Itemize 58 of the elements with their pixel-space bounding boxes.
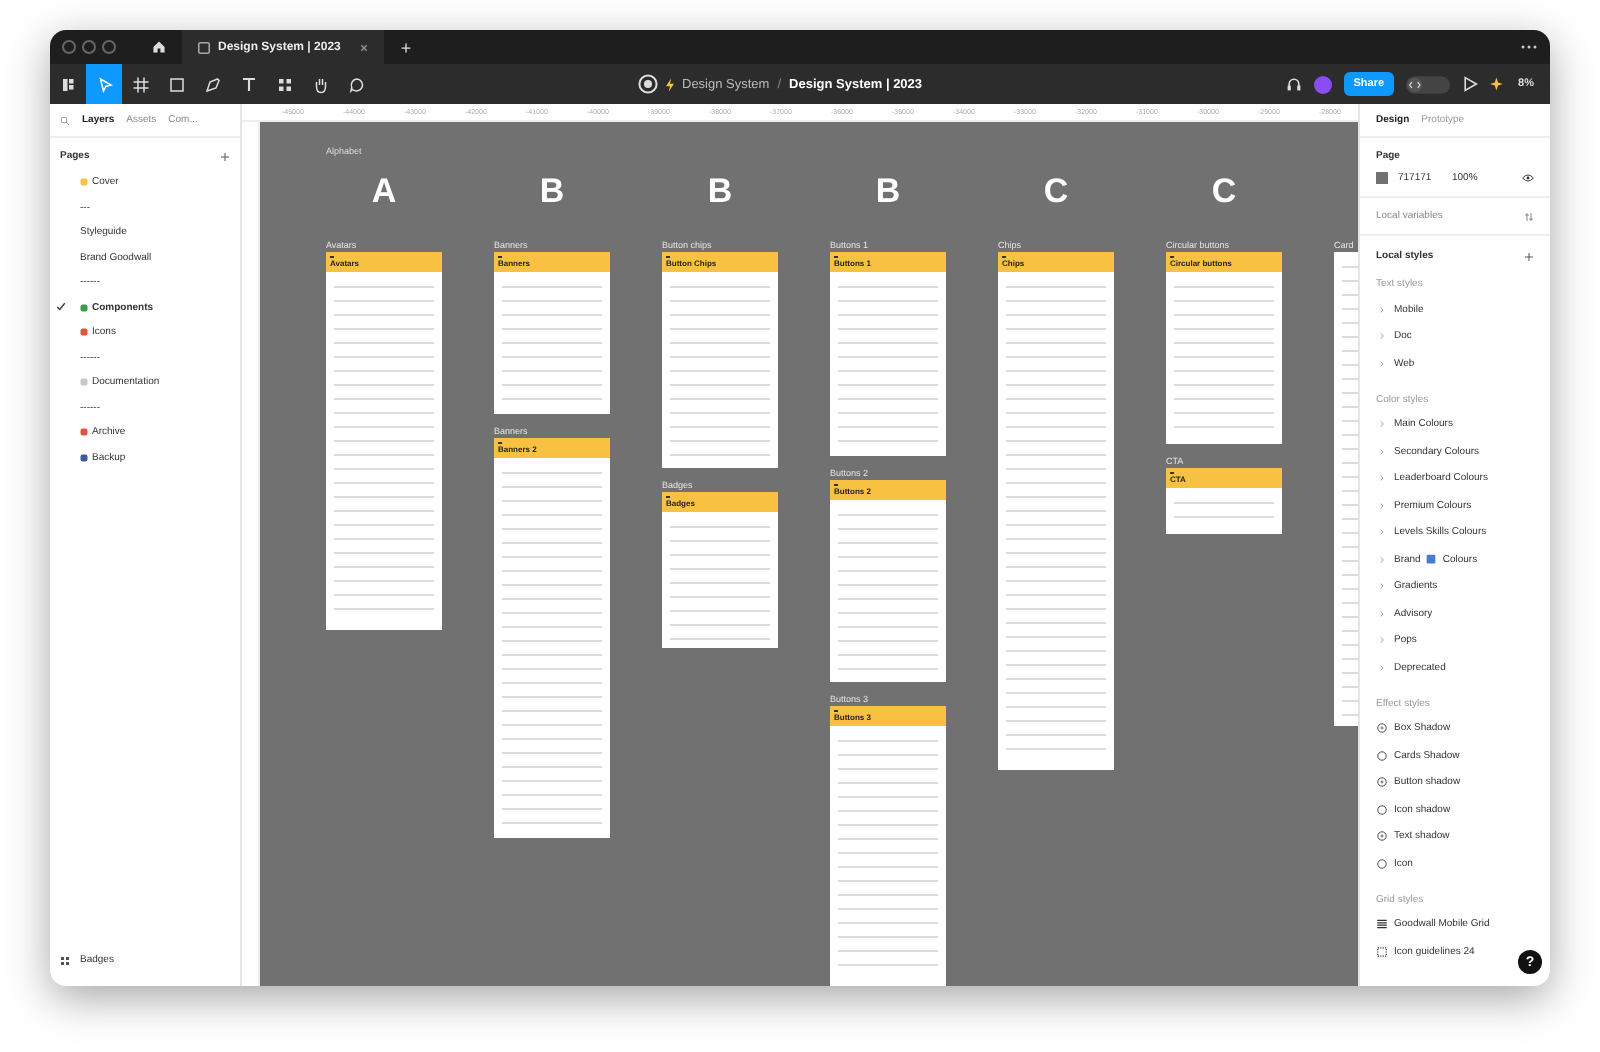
chevron-icon (1376, 553, 1388, 566)
comment-icon (347, 75, 365, 93)
add-icon[interactable] (1524, 251, 1534, 261)
effect-icon (1376, 857, 1388, 870)
section-letter: C (1043, 172, 1069, 214)
chevron-icon (1376, 499, 1388, 512)
effect-icon (1376, 749, 1388, 762)
chevron-icon (1376, 303, 1388, 316)
effect-icon (1376, 803, 1388, 816)
headphones-icon[interactable] (1285, 76, 1302, 92)
chevron-icon (1376, 330, 1388, 343)
home-icon[interactable] (152, 40, 166, 54)
section-letter: B (707, 172, 733, 214)
effect-icon (1376, 776, 1388, 789)
chevron-icon (1376, 445, 1388, 458)
eye-icon[interactable] (1522, 174, 1534, 182)
search-icon[interactable] (60, 115, 70, 125)
pen-icon (203, 75, 221, 93)
chevron-icon (1376, 634, 1388, 647)
section-letter: B (875, 172, 901, 214)
team-icon[interactable] (638, 74, 658, 94)
checkmark-icon (56, 302, 66, 313)
chevron-icon (1376, 607, 1388, 620)
hand-icon (311, 75, 329, 93)
sparkle-icon[interactable] (1490, 76, 1507, 92)
effect-icon (1376, 722, 1388, 735)
more-icon[interactable] (1520, 44, 1538, 50)
emoji-icon (1426, 554, 1437, 565)
grid-icon (1376, 945, 1388, 958)
close-icon[interactable] (360, 43, 369, 51)
play-icon[interactable] (1462, 76, 1479, 92)
grid-icon (1376, 918, 1388, 931)
menu-icon (59, 75, 77, 93)
component-set-icon (60, 955, 70, 965)
text-icon (239, 75, 257, 93)
lightning-icon (666, 77, 674, 91)
chevron-icon (1376, 418, 1388, 431)
chevron-icon (1376, 526, 1388, 539)
chevron-icon (1376, 357, 1388, 370)
move-icon (95, 75, 113, 93)
sliders-icon[interactable] (1524, 211, 1534, 221)
effect-icon (1376, 830, 1388, 843)
canvas[interactable] (260, 122, 1358, 986)
dev-mode-toggle[interactable] (1406, 75, 1451, 93)
section-letter: B (539, 172, 565, 214)
chevron-icon (1376, 580, 1388, 593)
frame-icon (131, 75, 149, 93)
user-avatar[interactable] (1313, 75, 1332, 93)
section-letter: A (371, 172, 397, 214)
file-icon (198, 41, 210, 53)
add-icon[interactable] (220, 151, 230, 161)
components-icon (275, 75, 293, 93)
color-swatch[interactable] (1376, 172, 1388, 184)
chevron-icon (1376, 472, 1388, 485)
section-letter: C (1211, 172, 1237, 214)
rect-icon (167, 75, 185, 93)
new-tab-button[interactable]: + (400, 37, 412, 57)
chevron-icon (1376, 661, 1388, 674)
